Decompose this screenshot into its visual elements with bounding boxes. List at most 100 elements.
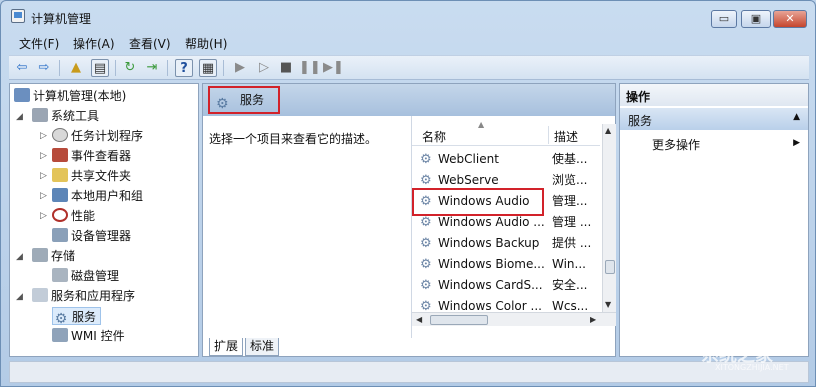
vertical-scroll-thumb[interactable]	[605, 260, 615, 274]
sort-arrow-icon: ▲	[478, 120, 485, 129]
service-name: Windows CardS...	[438, 278, 543, 292]
disk-icon	[52, 268, 68, 282]
tree-item-services[interactable]: ⚙ 服务	[52, 307, 102, 327]
services-title: 服务	[240, 93, 265, 107]
users-icon	[52, 188, 68, 202]
tree-label: 服务和应用程序	[51, 289, 136, 303]
refresh-icon[interactable]: ↻	[121, 59, 139, 77]
services-header: ⚙ 服务	[203, 84, 615, 116]
navigation-tree: 计算机管理(本地) ◢ 系统工具 ▷ 任务计划程序 ▷ 事件查看器 ▷ 共享文件…	[9, 83, 199, 357]
expand-icon[interactable]: ▷	[40, 131, 47, 141]
tree-item-local-users[interactable]: 本地用户和组	[52, 187, 143, 205]
services-title-highlight: ⚙ 服务	[208, 86, 280, 114]
restart-service-icon[interactable]: ▶❚	[323, 59, 344, 77]
computer-icon	[14, 88, 30, 102]
service-gear-icon: ⚙	[420, 236, 432, 251]
tree-item-wmi[interactable]: WMI 控件	[52, 327, 125, 345]
up-folder-icon[interactable]: ▲	[67, 59, 85, 77]
stop-service-icon[interactable]: ■	[277, 59, 295, 77]
tree-label: 任务计划程序	[71, 129, 144, 143]
watermark-url: XITONGZHIJIA.NET	[715, 363, 789, 372]
submenu-arrow-icon: ▶	[793, 138, 800, 148]
scroll-left-icon[interactable]: ◀	[416, 315, 422, 324]
forward-icon[interactable]: ⇨	[35, 59, 53, 77]
collapse-icon[interactable]: ◢	[16, 112, 23, 122]
tree-item-disk-management[interactable]: 磁盘管理	[52, 267, 119, 285]
column-divider[interactable]	[548, 126, 549, 144]
service-name: Windows Audio ...	[438, 215, 544, 229]
more-actions-item[interactable]: 更多操作	[652, 136, 700, 153]
collapse-icon[interactable]: ◢	[16, 292, 23, 302]
horizontal-scrollbar[interactable]: ◀ ▶	[412, 312, 616, 326]
horizontal-scroll-thumb[interactable]	[430, 315, 488, 325]
list-item[interactable]: ⚙ Windows CardS... 安全...	[412, 275, 600, 296]
collapse-section-icon[interactable]: ▲	[793, 112, 800, 122]
list-item[interactable]: ⚙ Windows Biome... Win...	[412, 254, 600, 275]
more-actions-label: 更多操作	[652, 138, 701, 152]
list-item[interactable]: ⚙ WebClient 使基...	[412, 149, 600, 170]
service-gear-icon: ⚙	[420, 215, 432, 230]
service-desc: 使基...	[552, 152, 588, 166]
tree-label: 服务	[72, 310, 97, 324]
menu-file[interactable]: 文件(F)	[19, 35, 59, 52]
vertical-scrollbar[interactable]: ▲ ▼	[602, 124, 616, 312]
collapse-icon[interactable]: ◢	[16, 252, 23, 262]
expand-icon[interactable]: ▷	[40, 151, 47, 161]
column-name[interactable]: 名称	[422, 128, 446, 145]
menu-help[interactable]: 帮助(H)	[185, 35, 227, 52]
tab-standard[interactable]: 标准	[245, 338, 280, 356]
gear-icon: ⚙	[54, 311, 68, 327]
toolbar: ⇦ ⇨ ▲ ▤ ↻ ⇥ ? ▦ ▶ ▷ ■ ❚❚ ▶❚	[9, 55, 809, 80]
tree-item-performance[interactable]: 性能	[52, 207, 95, 225]
computer-management-window: 计算机管理 ▭ ▣ ✕ 文件(F) 操作(A) 查看(V) 帮助(H) ⇦ ⇨ …	[0, 0, 816, 387]
tree-item-shared-folders[interactable]: 共享文件夹	[52, 167, 131, 185]
expand-icon[interactable]: ▷	[40, 171, 47, 181]
expand-icon[interactable]: ▷	[40, 191, 47, 201]
action-pane-icon[interactable]: ▦	[199, 59, 217, 77]
back-icon[interactable]: ⇦	[13, 59, 31, 77]
help-icon[interactable]: ?	[175, 59, 193, 77]
tree-item-root[interactable]: 计算机管理(本地)	[14, 87, 126, 105]
tree-item-services-apps[interactable]: 服务和应用程序	[32, 287, 135, 305]
service-desc: 管理...	[552, 194, 588, 208]
start-service-icon[interactable]: ▶	[231, 59, 249, 77]
expand-icon[interactable]: ▷	[40, 211, 47, 221]
start-service-alt-icon[interactable]: ▷	[255, 59, 273, 77]
scroll-down-icon[interactable]: ▼	[605, 300, 611, 309]
tree-item-storage[interactable]: 存储	[32, 247, 75, 265]
close-button[interactable]: ✕	[773, 10, 807, 28]
service-desc: 浏览...	[552, 173, 588, 187]
menu-bar: 文件(F) 操作(A) 查看(V) 帮助(H)	[9, 32, 809, 52]
menu-view[interactable]: 查看(V)	[129, 35, 171, 52]
toolbar-separator	[59, 60, 60, 76]
tree-item-device-manager[interactable]: 设备管理器	[52, 227, 131, 245]
show-hide-tree-icon[interactable]: ▤	[91, 59, 109, 77]
tree-label: WMI 控件	[71, 329, 125, 343]
pause-service-icon[interactable]: ❚❚	[299, 59, 321, 77]
maximize-button[interactable]: ▣	[741, 10, 771, 28]
tree-label: 磁盘管理	[71, 269, 120, 283]
tab-extended[interactable]: 扩展	[209, 338, 244, 356]
tree-item-task-scheduler[interactable]: 任务计划程序	[52, 127, 143, 145]
export-list-icon[interactable]: ⇥	[143, 59, 161, 77]
tree-item-system-tools[interactable]: 系统工具	[32, 107, 99, 125]
services-list: 名称 ▲ 描述 ⚙ WebClient 使基... ⚙ WebServe 浏览... ⚙…	[411, 116, 616, 338]
service-desc: 提供 ...	[552, 236, 592, 250]
shared-folder-icon	[52, 168, 68, 182]
tree-item-event-viewer[interactable]: 事件查看器	[52, 147, 131, 165]
actions-header: 操作	[620, 84, 808, 106]
menu-action[interactable]: 操作(A)	[73, 35, 115, 52]
minimize-button[interactable]: ▭	[711, 10, 737, 28]
services-pane: ⚙ 服务 选择一个项目来查看它的描述。 名称 ▲ 描述 ⚙ WebClient 使基…	[202, 83, 616, 357]
list-item[interactable]: ⚙ Windows Audio ... 管理 ...	[412, 212, 600, 233]
service-desc: Win...	[552, 257, 586, 271]
column-description[interactable]: 描述	[554, 128, 578, 145]
service-desc: 安全...	[552, 278, 588, 292]
tools-icon	[32, 108, 48, 122]
scroll-right-icon[interactable]: ▶	[590, 315, 596, 324]
scroll-up-icon[interactable]: ▲	[605, 126, 611, 135]
tree-label: 共享文件夹	[71, 169, 132, 183]
list-item[interactable]: ⚙ Windows Backup 提供 ...	[412, 233, 600, 254]
storage-icon	[32, 248, 48, 262]
actions-section-services[interactable]: 服务 ▲	[620, 108, 808, 130]
